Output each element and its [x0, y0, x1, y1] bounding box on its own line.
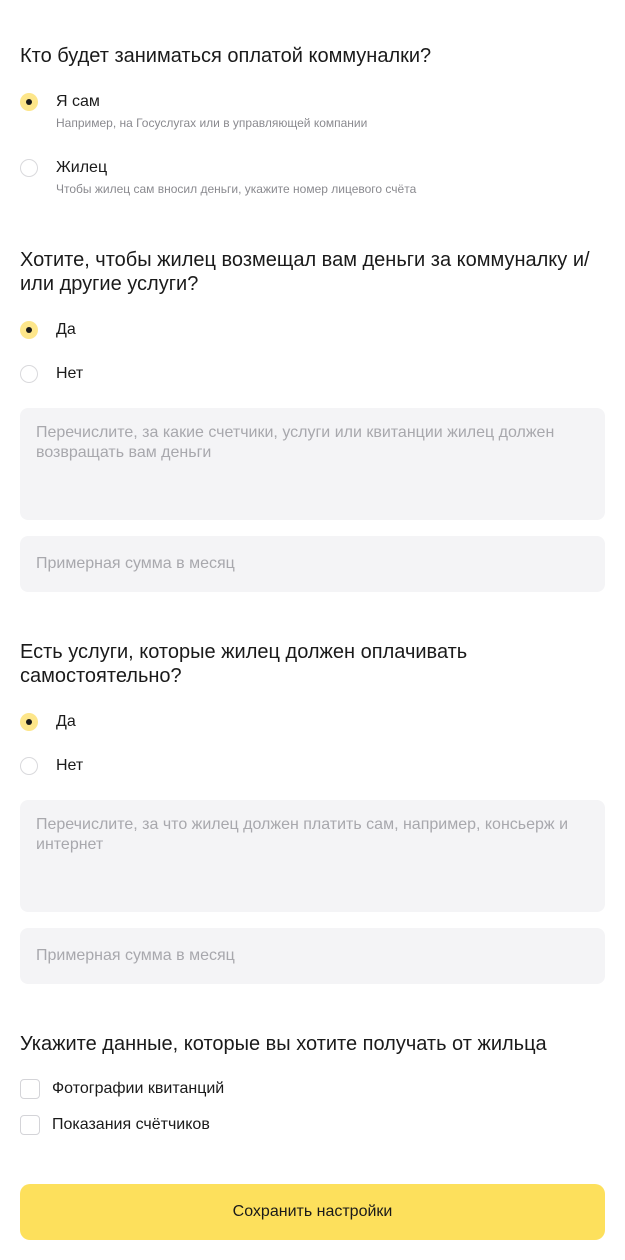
- payment-option-owner-hint: Например, на Госуслугах или в управляюще…: [56, 116, 368, 130]
- radio-checked-icon[interactable]: [20, 93, 38, 111]
- payment-section-title: Кто будет заниматься оплатой коммуналки?: [20, 45, 432, 67]
- radio-unchecked-icon[interactable]: [20, 757, 38, 775]
- radio-checked-icon[interactable]: [20, 713, 38, 731]
- radio-unchecked-icon[interactable]: [20, 365, 38, 383]
- reimburse-option-yes-label: Да: [56, 321, 76, 338]
- reimburse-option-no-label: Нет: [56, 365, 84, 382]
- checkbox-meter-readings[interactable]: Показания счётчиков: [20, 1115, 605, 1135]
- checkbox-unchecked-icon[interactable]: [20, 1115, 40, 1135]
- reimburse-section-title: Хотите, чтобы жилец возмещал вам деньги …: [20, 249, 590, 295]
- checkbox-unchecked-icon[interactable]: [20, 1079, 40, 1099]
- save-settings-button[interactable]: Сохранить настройки: [20, 1184, 605, 1240]
- data-section-title: Укажите данные, которые вы хотите получа…: [20, 1033, 547, 1055]
- reimburse-amount-input[interactable]: [20, 536, 605, 592]
- checkbox-receipt-photos[interactable]: Фотографии квитанций: [20, 1079, 605, 1099]
- self-pay-option-no-label: Нет: [56, 757, 84, 774]
- radio-checked-icon[interactable]: [20, 321, 38, 339]
- self-pay-details-textarea[interactable]: [20, 800, 605, 912]
- checkbox-meter-readings-label: Показания счётчиков: [52, 1116, 210, 1133]
- payment-option-owner-label: Я сам: [56, 93, 100, 110]
- self-pay-section-title: Есть услуги, которые жилец должен оплачи…: [20, 641, 468, 687]
- self-pay-option-yes-label: Да: [56, 713, 76, 730]
- reimburse-details-textarea[interactable]: [20, 408, 605, 520]
- payment-option-tenant-hint: Чтобы жилец сам вносил деньги, укажите н…: [56, 182, 417, 196]
- self-pay-amount-input[interactable]: [20, 928, 605, 984]
- payment-option-tenant-label: Жилец: [56, 159, 108, 176]
- radio-unchecked-icon[interactable]: [20, 159, 38, 177]
- checkbox-receipt-photos-label: Фотографии квитанций: [52, 1080, 225, 1097]
